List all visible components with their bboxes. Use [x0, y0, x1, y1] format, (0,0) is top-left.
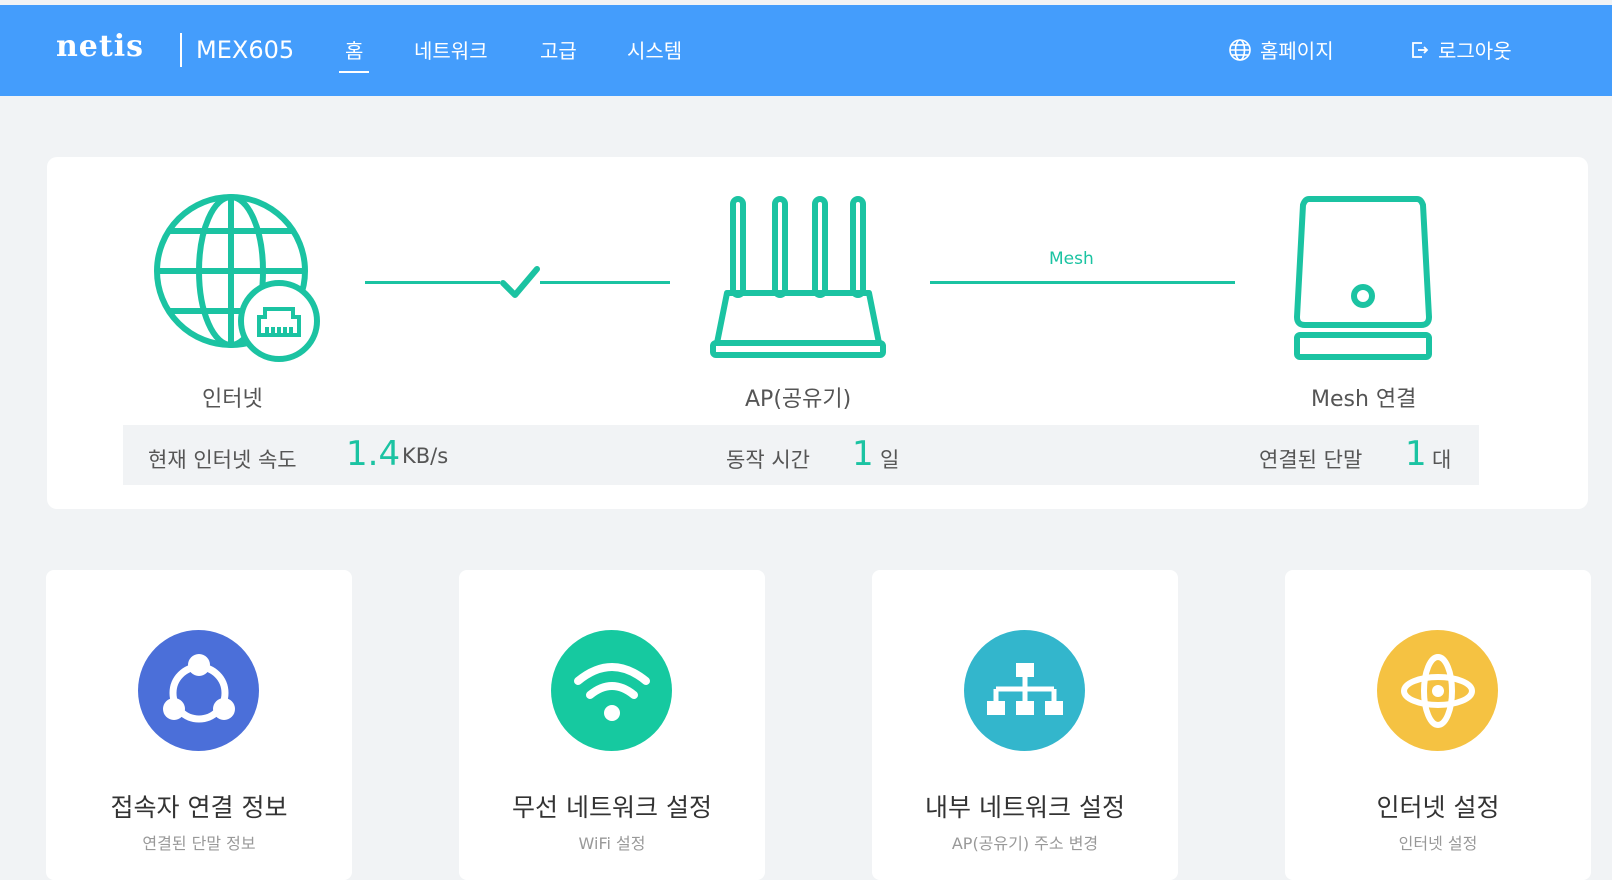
nav-advanced[interactable]: 고급	[540, 35, 577, 64]
model-name: MEX605	[196, 36, 295, 64]
tile-subtitle: WiFi 설정	[578, 834, 646, 853]
clients-label: 연결된 단말	[1259, 448, 1363, 472]
uptime-label: 동작 시간	[726, 448, 810, 472]
uptime-value: 1	[852, 434, 874, 474]
mesh-connection-label: Mesh 연결	[1311, 387, 1417, 412]
mesh-link-line	[930, 281, 1235, 284]
internet-globe-icon	[154, 194, 320, 362]
nav-home[interactable]: 홈	[338, 35, 370, 73]
brand-divider	[180, 33, 182, 67]
atom-icon	[1377, 630, 1498, 751]
homepage-label: 홈페이지	[1260, 39, 1334, 63]
tile-wireless-settings[interactable]: 무선 네트워크 설정 WiFi 설정	[459, 570, 765, 880]
ap-label: AP(공유기)	[745, 387, 852, 412]
network-status-card: 인터넷 AP(공유기) Mesh Mesh 연결 현재 인터넷 속도 1.4 K…	[47, 157, 1588, 509]
router-icon	[710, 196, 886, 358]
connected-check-icon	[500, 265, 540, 299]
globe-icon	[1228, 38, 1252, 62]
tile-title: 무선 네트워크 설정	[512, 793, 712, 822]
clients-unit: 대	[1432, 448, 1452, 472]
tile-lan-settings[interactable]: 내부 네트워크 설정 AP(공유기) 주소 변경	[872, 570, 1178, 880]
speed-label: 현재 인터넷 속도	[148, 448, 297, 472]
top-navigation-bar: netis MEX605 홈 네트워크 고급 시스템 홈페이지 로그아웃	[0, 5, 1612, 96]
clients-value: 1	[1405, 434, 1427, 474]
tile-subtitle: AP(공유기) 주소 변경	[951, 834, 1099, 853]
share-icon	[138, 630, 259, 751]
uptime-unit: 일	[880, 448, 900, 472]
nav-system[interactable]: 시스템	[627, 35, 682, 64]
stats-bar: 현재 인터넷 속도 1.4 KB/s 동작 시간 1 일 연결된 단말 1 대	[123, 425, 1479, 485]
mesh-node-icon	[1294, 196, 1432, 360]
speed-unit: KB/s	[402, 444, 449, 468]
internet-label: 인터넷	[202, 387, 263, 412]
tile-title: 내부 네트워크 설정	[925, 793, 1125, 822]
speed-value: 1.4	[346, 434, 401, 474]
mesh-link-label: Mesh	[1049, 249, 1094, 269]
tile-subtitle: 인터넷 설정	[1398, 834, 1478, 853]
tile-internet-settings[interactable]: 인터넷 설정 인터넷 설정	[1285, 570, 1591, 880]
logout-button[interactable]: 로그아웃	[1408, 35, 1512, 64]
network-tree-icon	[964, 630, 1085, 751]
logout-label: 로그아웃	[1438, 39, 1512, 63]
tile-title: 인터넷 설정	[1376, 793, 1500, 822]
tile-client-info[interactable]: 접속자 연결 정보 연결된 단말 정보	[46, 570, 352, 880]
nav-network[interactable]: 네트워크	[414, 35, 488, 64]
homepage-link[interactable]: 홈페이지	[1228, 35, 1334, 64]
tile-title: 접속자 연결 정보	[110, 793, 288, 822]
tile-subtitle: 연결된 단말 정보	[142, 834, 256, 853]
wifi-icon	[551, 630, 672, 751]
logout-icon	[1408, 39, 1430, 61]
brand-logo: netis	[56, 29, 145, 64]
